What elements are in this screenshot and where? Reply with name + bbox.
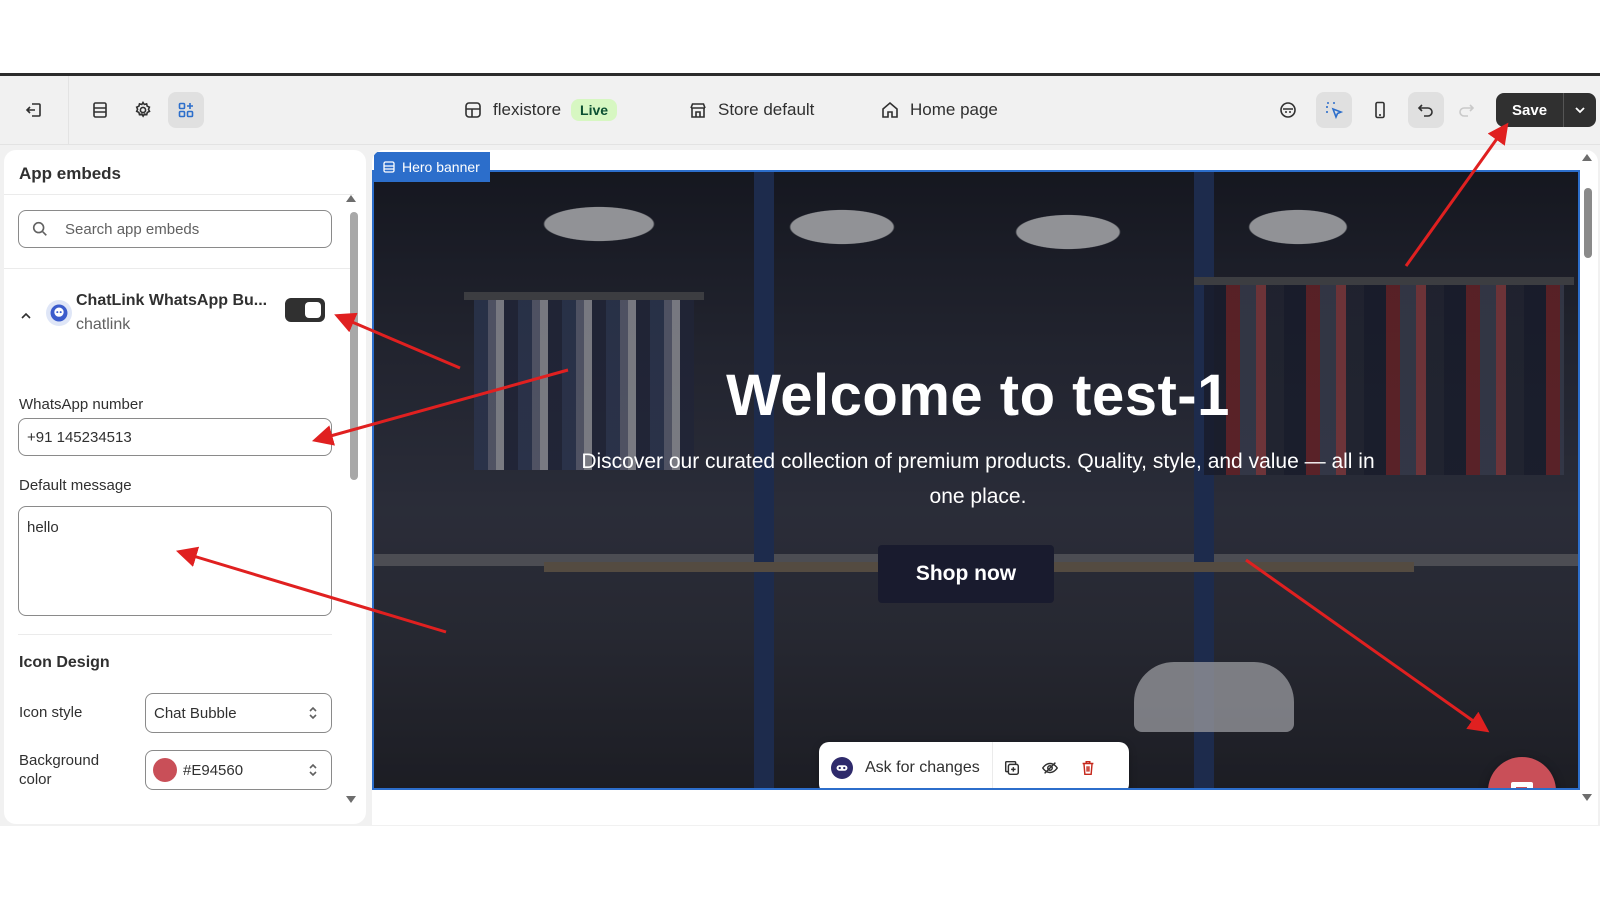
redo-icon[interactable] (1448, 92, 1484, 128)
save-options-button[interactable] (1564, 93, 1597, 127)
mobile-view-icon[interactable] (1362, 92, 1398, 128)
app-embeds-icon[interactable] (168, 92, 204, 128)
topbar-divider (68, 76, 69, 144)
settings-gear-icon[interactable] (125, 92, 161, 128)
whatsapp-number-input[interactable] (18, 418, 332, 456)
background-color-value: #E94560 (183, 761, 244, 779)
save-group: Save (1496, 93, 1597, 127)
app-embeds-panel: App embeds ChatLink WhatsApp Bu... chatl… (4, 150, 366, 824)
preview-scroll-down-arrow[interactable] (1582, 794, 1592, 801)
assistant-avatar-icon (831, 757, 853, 779)
shop-now-button[interactable]: Shop now (878, 545, 1054, 603)
hero-banner-section[interactable]: Welcome to test-1 Discover our curated c… (372, 170, 1580, 790)
app-handle: chatlink (76, 316, 131, 333)
scroll-up-arrow[interactable] (346, 195, 356, 202)
store-preview: Welcome to test-1 Discover our curated c… (372, 150, 1598, 825)
section-toolbar: Ask for changes (819, 742, 1129, 788)
layout-icon (465, 102, 481, 118)
icon-design-heading: Icon Design (19, 654, 110, 671)
whatsapp-number-label: WhatsApp number (19, 396, 144, 413)
icon-style-label: Icon style (19, 704, 83, 721)
app-name[interactable]: ChatLink WhatsApp Bu... (76, 292, 276, 310)
app-enabled-toggle[interactable] (285, 298, 325, 322)
theme-selector[interactable]: Store default (688, 96, 814, 124)
inspector-cursor-icon[interactable] (1316, 92, 1352, 128)
default-message-textarea[interactable]: hello (18, 506, 332, 616)
undo-icon[interactable] (1408, 92, 1444, 128)
toggle-knob (305, 302, 321, 318)
search-input[interactable] (63, 219, 307, 239)
theme-label: Store default (718, 100, 815, 119)
divider (18, 634, 332, 635)
chatlink-logo (46, 300, 72, 326)
store-name: flexistore (493, 100, 562, 119)
save-button[interactable]: Save (1496, 93, 1565, 127)
search-icon (32, 221, 47, 236)
hero-subtitle: Discover our curated collection of premi… (581, 450, 1375, 508)
section-tag-label: Hero banner (402, 159, 480, 175)
select-chevron-icon (309, 763, 317, 777)
divider (4, 194, 354, 195)
divider (4, 268, 354, 269)
color-swatch (153, 758, 177, 782)
preview-scrollbar[interactable] (1584, 188, 1592, 258)
home-icon (882, 101, 898, 118)
icon-style-select[interactable]: Chat Bubble (145, 693, 332, 733)
search-field[interactable] (18, 210, 332, 248)
ai-assistant-icon[interactable] (1270, 92, 1306, 128)
page-selector[interactable]: Home page (880, 96, 998, 124)
ask-for-changes-button[interactable]: Ask for changes (819, 742, 993, 788)
hide-eye-icon[interactable] (1031, 749, 1069, 787)
panel-scrollbar[interactable] (350, 212, 358, 480)
top-bar: flexistore Live Store default Home page … (0, 76, 1600, 145)
background-color-label: Background color (19, 752, 100, 788)
store-selector[interactable]: flexistore Live (463, 96, 618, 124)
chat-bubble-icon (1511, 782, 1533, 788)
exit-icon[interactable] (16, 92, 52, 128)
delete-trash-icon[interactable] (1069, 749, 1107, 787)
theme-editor: flexistore Live Store default Home page … (0, 76, 1600, 826)
default-message-label: Default message (19, 477, 132, 494)
chevron-down-icon (1575, 107, 1585, 114)
section-tag[interactable]: Hero banner (374, 152, 490, 182)
icon-style-value: Chat Bubble (154, 704, 237, 722)
page-label: Home page (910, 100, 998, 119)
section-icon (383, 161, 395, 173)
ask-for-changes-label: Ask for changes (865, 759, 980, 776)
sections-icon[interactable] (82, 92, 118, 128)
hero-title: Welcome to test-1 (726, 363, 1230, 428)
scroll-down-arrow[interactable] (346, 796, 356, 803)
duplicate-icon[interactable] (993, 749, 1031, 787)
select-chevron-icon (309, 706, 317, 720)
status-badge: Live (571, 99, 618, 121)
preview-scroll-up-arrow[interactable] (1582, 154, 1592, 161)
chevron-up-icon[interactable] (18, 308, 34, 324)
background-color-select[interactable]: #E94560 (145, 750, 332, 790)
store-icon (690, 103, 706, 118)
panel-title: App embeds (19, 164, 122, 183)
